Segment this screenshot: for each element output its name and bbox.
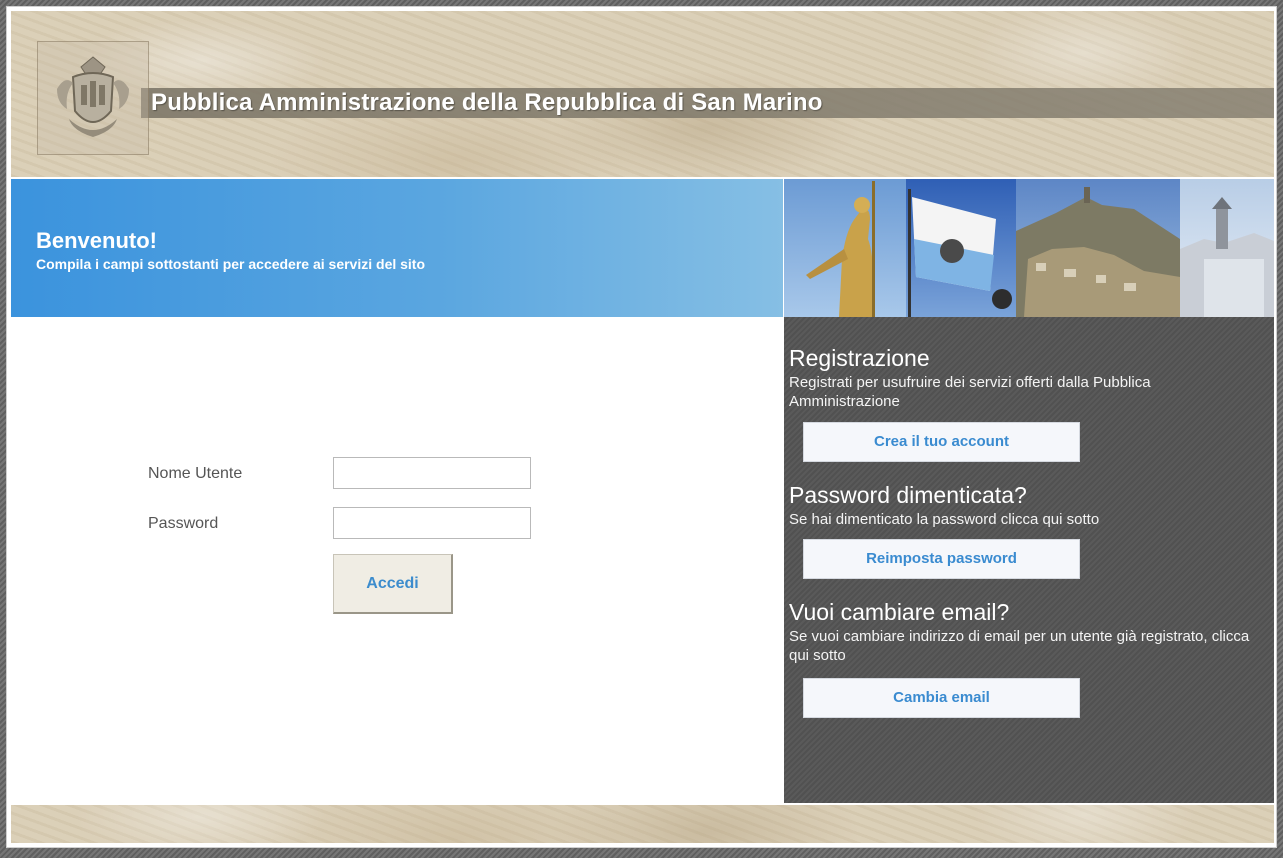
statue-photo	[784, 179, 906, 317]
register-heading: Registrazione	[789, 345, 930, 371]
coat-of-arms-icon	[57, 56, 129, 137]
password-label: Password	[148, 515, 219, 532]
login-panel: Nome Utente Password Accedi	[11, 317, 783, 803]
reset-password-button[interactable]: Reimposta password	[803, 539, 1080, 579]
snow-tower-photo	[1180, 179, 1274, 317]
page-frame: Pubblica Amministrazione della Repubblic…	[6, 6, 1277, 848]
forgot-password-text: Se hai dimenticato la password clicca qu…	[789, 511, 1100, 528]
change-email-text: Se vuoi cambiare indirizzo di email per …	[789, 628, 1250, 664]
username-input[interactable]	[333, 457, 531, 489]
username-label: Nome Utente	[148, 465, 243, 482]
site-footer	[11, 805, 1274, 843]
sidebar: Registrazione Registrati per usufruire d…	[784, 317, 1274, 803]
site-title: Pubblica Amministrazione della Repubblic…	[151, 89, 823, 116]
photo-strip	[784, 179, 1274, 317]
login-button[interactable]: Accedi	[333, 554, 453, 614]
password-input[interactable]	[333, 507, 531, 539]
change-email-heading: Vuoi cambiare email?	[789, 599, 1010, 625]
flag-photo	[906, 179, 1016, 317]
welcome-subtitle: Compila i campi sottostanti per accedere…	[36, 256, 426, 272]
welcome-title: Benvenuto!	[36, 228, 157, 253]
town-photo	[1016, 179, 1180, 317]
register-text: Registrati per usufruire dei servizi off…	[789, 374, 1151, 410]
create-account-button[interactable]: Crea il tuo account	[803, 422, 1080, 462]
forgot-password-heading: Password dimenticata?	[789, 482, 1027, 508]
change-email-button[interactable]: Cambia email	[803, 678, 1080, 718]
welcome-banner: Benvenuto! Compila i campi sottostanti p…	[11, 179, 783, 317]
site-header: Pubblica Amministrazione della Repubblic…	[11, 11, 1274, 177]
